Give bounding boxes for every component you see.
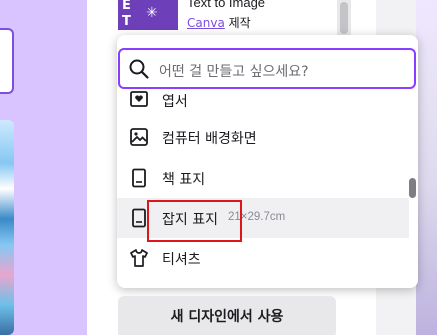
menu-item-label: 책 표지 [162,172,206,188]
menu-item-label: 티셔츠 [162,252,201,268]
menu-item-magazine-cover[interactable]: 잡지 표지 21×29.7cm [117,198,409,238]
thumbnail-glyph: T [122,14,131,29]
panel-scrollbar-thumb[interactable] [340,2,348,34]
left-photo-thumbnail[interactable] [0,120,14,335]
postcard-icon [130,91,148,107]
template-title: Text to Image [187,0,266,10]
dropdown-scrollbar-thumb[interactable] [409,178,416,198]
template-byline: Canva 제작 [187,14,251,31]
menu-item-label: 컴퓨터 배경화면 [162,131,257,147]
right-photo-thumbnail[interactable] [416,0,437,335]
menu-item-label: 엽서 [162,94,188,110]
left-card[interactable] [0,28,14,94]
tshirt-icon [130,249,148,267]
menu-item-size: 21×29.7cm [228,211,286,223]
menu-item-postcard[interactable]: 엽서 [117,80,409,120]
search-icon [129,59,149,79]
use-in-new-design-button[interactable]: 새 디자인에서 사용 [118,296,336,335]
book-icon [132,168,146,188]
search-placeholder: 어떤 걸 만들고 싶으세요? [159,64,309,80]
menu-item-tshirt[interactable]: 티셔츠 [117,238,409,278]
sparkle-icon: ✳ [146,5,158,21]
brand-link[interactable]: Canva [187,16,225,30]
menu-item-desktop-wallpaper[interactable]: 컴퓨터 배경화면 [117,117,409,157]
template-thumbnail[interactable]: E T ✳ [118,0,178,30]
made-by-label: 제작 [228,16,251,30]
design-type-dropdown: 어떤 걸 만들고 싶으세요? 엽서 컴퓨터 배경화면 책 표지 잡지 표지 21… [117,35,418,288]
magazine-icon [132,208,146,228]
menu-item-label: 잡지 표지 [162,212,218,228]
menu-item-book-cover[interactable]: 책 표지 [117,158,409,198]
thumbnail-glyph: E [122,0,131,13]
panel-scrollbar[interactable] [337,0,351,36]
image-icon [130,128,148,146]
